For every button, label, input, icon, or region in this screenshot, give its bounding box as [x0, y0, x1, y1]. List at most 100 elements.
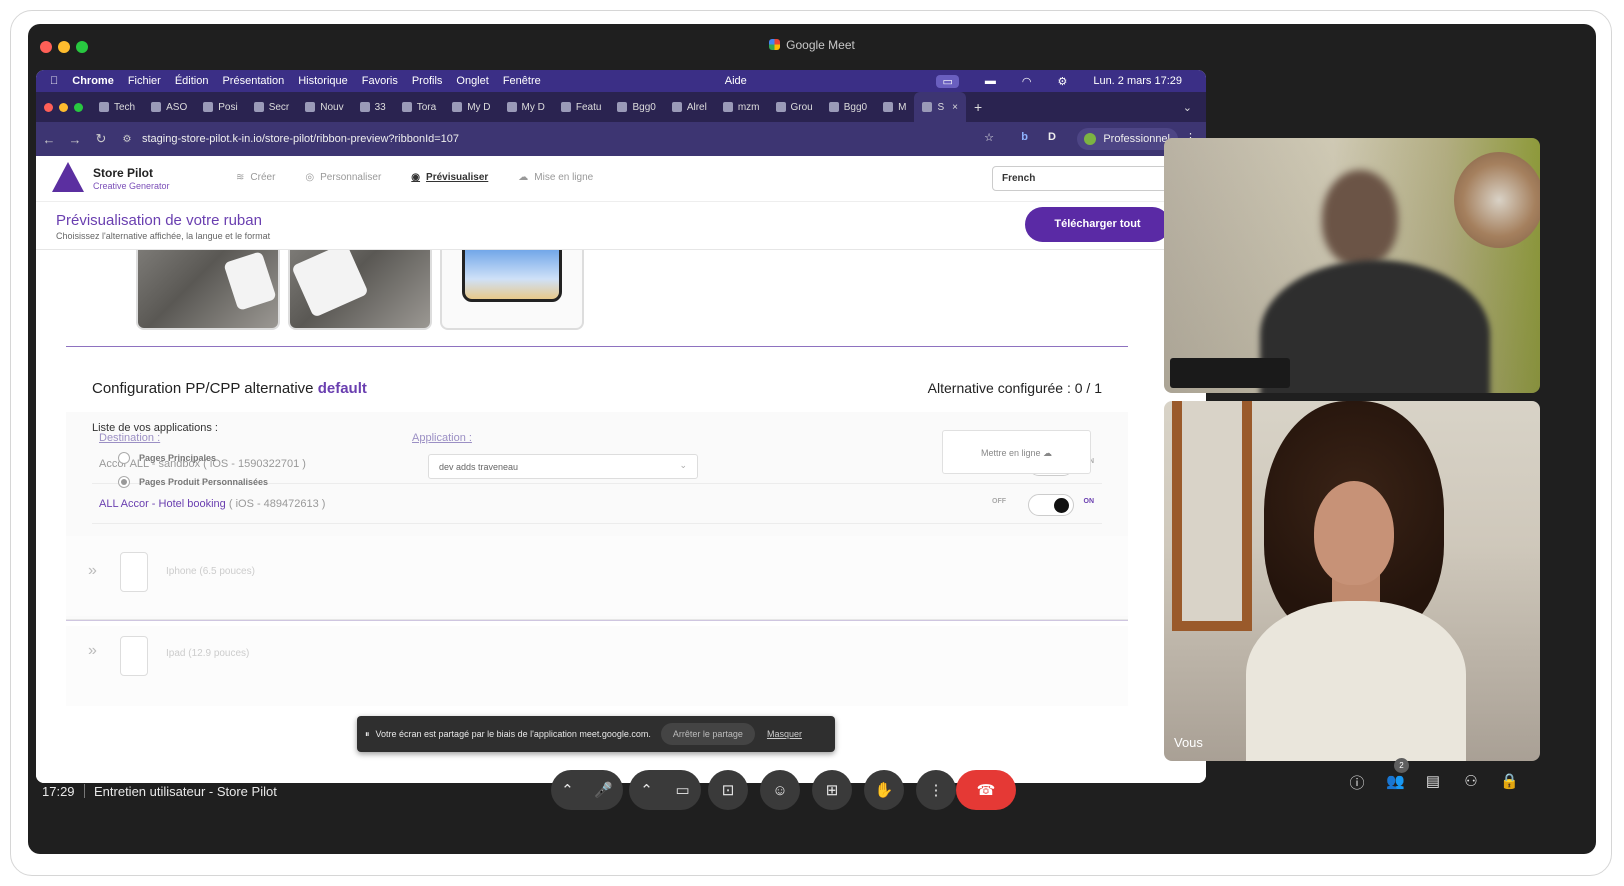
radio-button[interactable] [118, 452, 130, 464]
forward-icon[interactable]: → [62, 132, 88, 147]
hide-notice-button[interactable]: Masquer [767, 729, 802, 739]
present-button[interactable]: ⊞ [812, 770, 852, 810]
application-select[interactable]: dev adds traveneau ⌄ [428, 454, 698, 479]
camera-control[interactable]: ⌃ ▭ [629, 770, 701, 810]
preview-thumbnail[interactable] [440, 250, 584, 330]
meeting-info-icon[interactable]: ⓘ [1348, 772, 1366, 792]
browser-tab[interactable]: Alrel [664, 92, 715, 122]
browser-tab[interactable]: Tora [394, 92, 444, 122]
browser-zoom-icon[interactable] [74, 102, 83, 112]
microphone-icon[interactable]: 🎤 [594, 781, 613, 799]
extension-d-icon[interactable]: D [1048, 131, 1056, 143]
menu-clock[interactable]: Lun. 2 mars 17:29 [1093, 75, 1182, 87]
menu-onglet[interactable]: Onglet [456, 75, 488, 87]
wifi-icon[interactable]: ◠ [1022, 75, 1032, 88]
publish-button[interactable]: Mettre en ligne ☁ [942, 430, 1091, 474]
url-field[interactable]: staging-store-pilot.k-in.io/store-pilot/… [142, 133, 459, 145]
browser-tab[interactable]: Featu [553, 92, 610, 122]
apple-icon[interactable]:  [50, 75, 58, 87]
browser-tab[interactable]: Secr [246, 92, 298, 122]
step-personnaliser[interactable]: ◎ Personnaliser [305, 172, 381, 183]
menu-aide[interactable]: Aide [725, 75, 747, 87]
raise-hand-button[interactable]: ✋ [864, 770, 904, 810]
expand-icon[interactable]: » [88, 642, 97, 660]
app-toggle[interactable] [1028, 494, 1074, 516]
browser-tab[interactable]: Nouv [297, 92, 351, 122]
step-previsualiser[interactable]: ◉ Prévisualiser [411, 172, 488, 183]
self-face [1314, 481, 1394, 585]
menu-presentation[interactable]: Présentation [222, 75, 284, 87]
browser-tab[interactable]: M [875, 92, 914, 122]
device-section[interactable]: » Iphone (6.5 pouces) [66, 536, 1128, 616]
menu-profils[interactable]: Profils [412, 75, 443, 87]
menu-chrome[interactable]: Chrome [72, 75, 114, 87]
screen-share-status-icon[interactable]: ▭ [936, 74, 959, 88]
browser-tab[interactable]: mzm [715, 92, 768, 122]
participant-video-tile[interactable] [1164, 138, 1540, 393]
host-controls-icon[interactable]: 🔒 [1500, 772, 1519, 790]
browser-tab[interactable]: Tech [91, 92, 143, 122]
control-center-icon[interactable]: ⚙ [1057, 75, 1067, 88]
chevron-up-icon[interactable]: ⌃ [640, 781, 653, 799]
participant-name-overlay [1170, 358, 1290, 388]
device-section[interactable]: » Ipad (12.9 pouces) [66, 626, 1128, 706]
menu-fichier[interactable]: Fichier [128, 75, 161, 87]
destination-option[interactable]: Pages Principales [118, 452, 216, 464]
end-call-button[interactable]: ☎ [956, 770, 1016, 810]
chat-icon[interactable]: ▤ [1424, 772, 1442, 790]
camera-icon[interactable]: ▭ [675, 781, 689, 799]
browser-tab[interactable]: Posi [195, 92, 245, 122]
menu-favoris[interactable]: Favoris [362, 75, 398, 87]
destination-option[interactable]: Pages Produit Personnalisées [118, 476, 268, 488]
close-tab-icon[interactable]: × [952, 102, 958, 113]
preview-thumbnail[interactable] [136, 250, 280, 330]
meeting-title: Entretien utilisateur - Store Pilot [94, 784, 277, 799]
browser-tab[interactable]: ASO [143, 92, 195, 122]
config-title: Configuration PP/CPP alternative default [92, 380, 367, 397]
new-tab-button[interactable]: + [966, 92, 990, 122]
step-mise-en-ligne[interactable]: ☁ Mise en ligne [518, 172, 593, 183]
browser-minimize-icon[interactable] [59, 102, 68, 112]
menu-edition[interactable]: Édition [175, 75, 209, 87]
tab-favicon-icon [722, 102, 733, 112]
browser-tab[interactable]: My D [499, 92, 553, 122]
profile-button[interactable]: Professionnel [1077, 128, 1178, 150]
stop-sharing-button[interactable]: Arrêter le partage [660, 723, 755, 745]
browser-close-icon[interactable] [44, 102, 53, 112]
menu-fenetre[interactable]: Fenêtre [503, 75, 541, 87]
activities-icon[interactable]: ⚇ [1462, 772, 1480, 790]
people-icon[interactable]: 👥 2 [1386, 758, 1409, 790]
reload-icon[interactable]: ↻ [88, 131, 114, 147]
battery-icon[interactable]: ▬ [985, 75, 996, 87]
tab-favicon-icon [560, 102, 571, 112]
browser-tab[interactable]: Bgg0 [609, 92, 663, 122]
browser-tab[interactable]: 33 [352, 92, 394, 122]
reactions-button[interactable]: ☺ [760, 770, 800, 810]
expand-icon[interactable]: » [88, 562, 97, 580]
more-options-button[interactable]: ⋮ [916, 770, 956, 810]
tab-search-icon[interactable]: ⌄ [1175, 92, 1200, 122]
extension-icon[interactable]: b [1021, 131, 1028, 143]
chevron-down-icon: ⌄ [679, 460, 687, 470]
browser-tab[interactable]: Bgg0 [821, 92, 875, 122]
captions-button[interactable]: ⊡ [708, 770, 748, 810]
hand-icon: ✋ [874, 782, 894, 799]
browser-tab[interactable]: My D [444, 92, 498, 122]
download-all-button[interactable]: Télécharger tout [1025, 207, 1170, 242]
preview-thumbnail[interactable] [288, 250, 432, 330]
mic-control[interactable]: ⌃ 🎤 [551, 770, 623, 810]
window-title: Google Meet [28, 38, 1596, 52]
back-icon[interactable]: ← [36, 132, 62, 147]
language-select[interactable]: French⌄ [992, 166, 1184, 191]
bookmark-star-icon[interactable]: ☆ [984, 131, 994, 144]
menu-historique[interactable]: Historique [298, 75, 348, 87]
site-settings-icon[interactable]: ⚙ [114, 134, 140, 145]
browser-tab[interactable]: Grou [768, 92, 821, 122]
phone-icon [120, 552, 148, 592]
chevron-up-icon[interactable]: ⌃ [561, 781, 574, 799]
self-video-tile[interactable]: Vous [1164, 401, 1540, 761]
more-vert-icon: ⋮ [928, 782, 944, 799]
radio-button[interactable] [118, 476, 130, 488]
step-creer[interactable]: ≋ Créer [236, 172, 275, 183]
browser-tab-active[interactable]: S × [914, 92, 966, 122]
